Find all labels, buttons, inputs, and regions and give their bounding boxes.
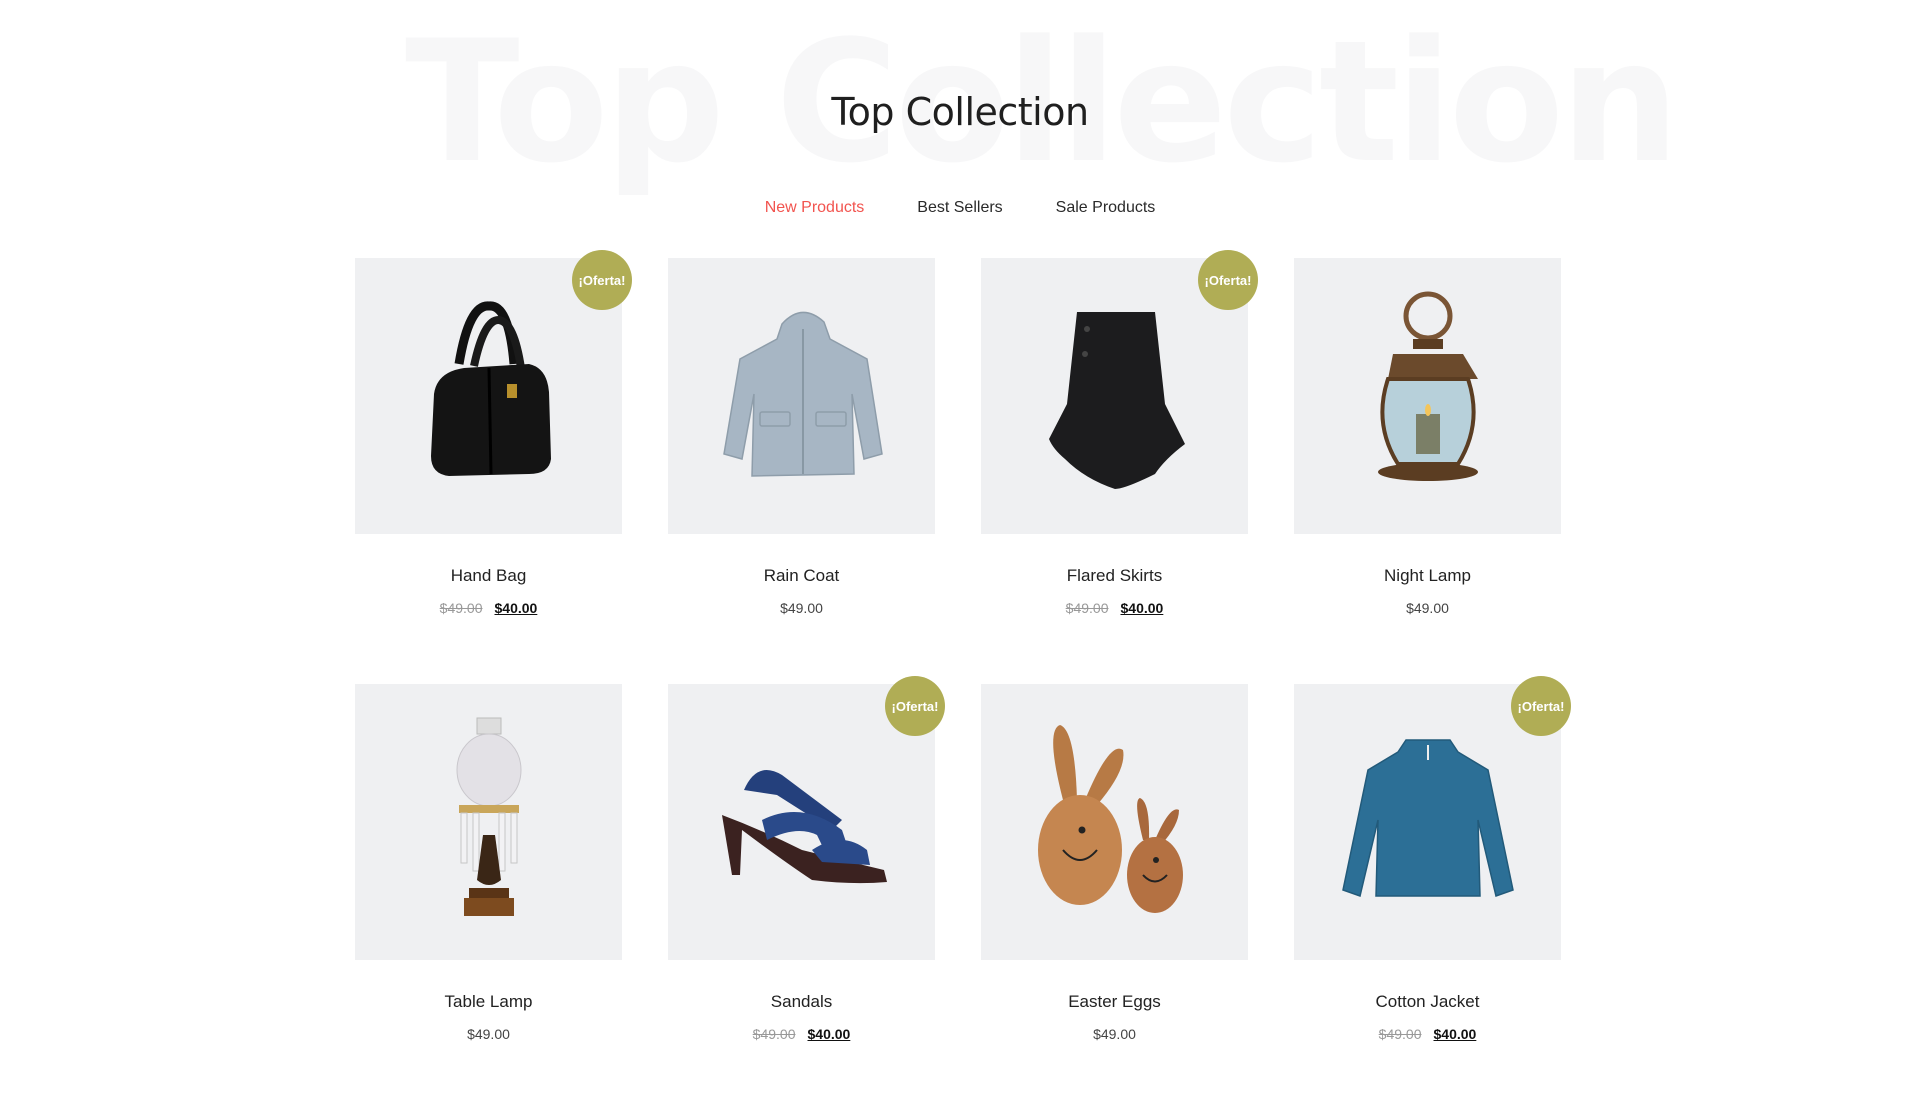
raincoat-image <box>702 284 902 509</box>
product-name[interactable]: Rain Coat <box>668 566 935 586</box>
sale-price: $40.00 <box>1433 1026 1477 1042</box>
product-card: ¡Oferta! Sandals $49.00 $40.00 <box>668 676 945 1042</box>
product-price: $49.00 $40.00 <box>355 600 622 616</box>
sale-badge: ¡Oferta! <box>885 676 945 736</box>
sale-price: $40.00 <box>1120 600 1164 616</box>
product-image[interactable] <box>981 684 1248 960</box>
product-card: Table Lamp $49.00 <box>355 684 622 1042</box>
original-price: $49.00 <box>752 1026 796 1042</box>
product-name[interactable]: Night Lamp <box>1294 566 1561 586</box>
product-image[interactable]: ¡Oferta! <box>981 250 1258 534</box>
product-tabs: New Products Best Sellers Sale Products <box>0 199 1920 217</box>
jacket-image <box>1328 710 1528 935</box>
product-name[interactable]: Easter Eggs <box>981 992 1248 1012</box>
bunnies-image <box>1015 710 1215 935</box>
skirt-image <box>1015 284 1215 509</box>
product-name[interactable]: Flared Skirts <box>981 566 1248 586</box>
product-price: $49.00 <box>1294 600 1561 616</box>
product-card: Night Lamp $49.00 <box>1294 258 1561 616</box>
original-price: $49.00 <box>1065 600 1109 616</box>
section-title: Top Collection <box>831 89 1089 134</box>
product-price: $49.00 $40.00 <box>1294 1026 1561 1042</box>
original-price: $49.00 <box>439 600 483 616</box>
product-price: $49.00 $40.00 <box>981 600 1248 616</box>
product-card: ¡Oferta! Hand Bag $49.00 $40.00 <box>355 250 632 616</box>
tab-best-sellers[interactable]: Best Sellers <box>917 199 1002 217</box>
lantern-image <box>1328 284 1528 509</box>
product-card: Easter Eggs $49.00 <box>981 684 1248 1042</box>
tab-sale-products[interactable]: Sale Products <box>1056 199 1156 217</box>
sale-price: $40.00 <box>807 1026 851 1042</box>
product-image[interactable] <box>355 684 622 960</box>
handbag-image <box>389 284 589 509</box>
product-card: Rain Coat $49.00 <box>668 258 935 616</box>
sale-badge: ¡Oferta! <box>572 250 632 310</box>
product-name[interactable]: Sandals <box>668 992 935 1012</box>
product-price: $49.00 <box>981 1026 1248 1042</box>
product-image[interactable]: ¡Oferta! <box>668 676 945 960</box>
product-image[interactable] <box>668 258 935 534</box>
sale-badge: ¡Oferta! <box>1511 676 1571 736</box>
regular-price: $49.00 <box>1406 600 1449 616</box>
product-card: ¡Oferta! Flared Skirts $49.00 $40.00 <box>981 250 1258 616</box>
product-image[interactable]: ¡Oferta! <box>355 250 632 534</box>
product-image[interactable]: ¡Oferta! <box>1294 676 1571 960</box>
product-name[interactable]: Table Lamp <box>355 992 622 1012</box>
sale-badge: ¡Oferta! <box>1198 250 1258 310</box>
product-image[interactable] <box>1294 258 1561 534</box>
sale-price: $40.00 <box>494 600 538 616</box>
original-price: $49.00 <box>1378 1026 1422 1042</box>
tablelamp-image <box>389 710 589 935</box>
regular-price: $49.00 <box>467 1026 510 1042</box>
product-price: $49.00 <box>668 600 935 616</box>
sandal-image <box>702 710 902 935</box>
product-price: $49.00 $40.00 <box>668 1026 935 1042</box>
product-name[interactable]: Hand Bag <box>355 566 622 586</box>
product-name[interactable]: Cotton Jacket <box>1294 992 1561 1012</box>
tab-new-products[interactable]: New Products <box>765 199 865 217</box>
product-price: $49.00 <box>355 1026 622 1042</box>
regular-price: $49.00 <box>1093 1026 1136 1042</box>
regular-price: $49.00 <box>780 600 823 616</box>
product-card: ¡Oferta! Cotton Jacket $49.00 $40.00 <box>1294 676 1571 1042</box>
